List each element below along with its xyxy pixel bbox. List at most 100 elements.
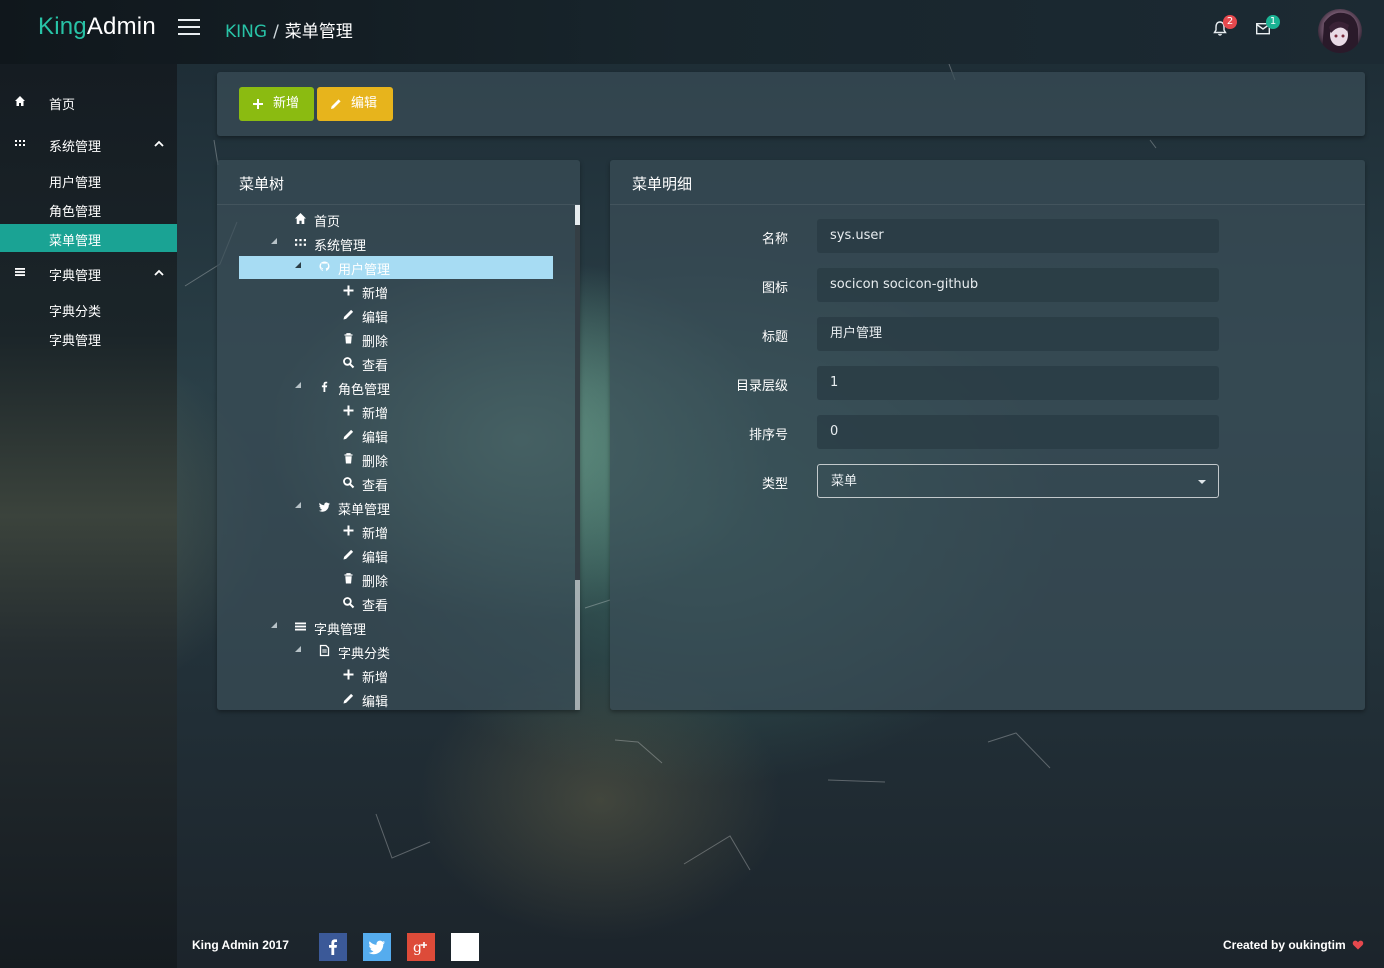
home-icon: [295, 213, 306, 224]
tree-node[interactable]: 编辑: [217, 303, 580, 327]
type-label: 类型: [761, 477, 788, 492]
search-icon: [343, 357, 355, 369]
tree-scrollbar-thumb[interactable]: [575, 225, 580, 580]
tree-node[interactable]: 用户管理: [217, 255, 580, 279]
tree-node-label: 新增: [362, 287, 389, 302]
grid-icon: [15, 140, 25, 146]
notifications-badge: 2: [1223, 15, 1237, 29]
facebook-link[interactable]: [319, 933, 347, 961]
expand-toggle-icon[interactable]: [294, 501, 302, 509]
title-field[interactable]: 用户管理: [817, 317, 1219, 351]
google-plus-link[interactable]: g: [407, 933, 435, 961]
form-row-name: 名称 sys.user: [610, 219, 1365, 253]
tree-node[interactable]: 新增: [217, 399, 580, 423]
tree-node-label: 菜单管理: [338, 503, 391, 518]
tree-node[interactable]: 删除: [217, 567, 580, 591]
pencil-icon: [343, 549, 354, 560]
caret-down-icon: [1198, 480, 1206, 484]
messages-button[interactable]: 1: [1256, 15, 1280, 37]
menu-tree-panel: 菜单树 首页 系统管理 用户管理 新增 编辑 删除 查看 角色管理 新增 编辑 删除 查看 菜单管理 新增…: [217, 160, 580, 710]
twitter-link[interactable]: [363, 933, 391, 961]
tree-scrollbar-cap[interactable]: [575, 205, 580, 225]
level-field[interactable]: 1: [817, 366, 1219, 400]
expand-toggle-icon[interactable]: [270, 621, 278, 629]
form-row-order: 排序号 0: [610, 415, 1365, 449]
type-select[interactable]: 菜单: [817, 464, 1219, 498]
notifications-button[interactable]: 2: [1213, 15, 1237, 37]
icon-field[interactable]: socicon socicon-github: [817, 268, 1219, 302]
expand-toggle-icon[interactable]: [294, 381, 302, 389]
tree-node[interactable]: 查看: [217, 591, 580, 615]
name-label: 名称: [761, 232, 788, 247]
breadcrumb-separator: /: [273, 22, 279, 42]
pencil-icon: [343, 429, 354, 440]
form-row-icon: 图标 socicon socicon-github: [610, 268, 1365, 302]
tree-node[interactable]: 新增: [217, 663, 580, 687]
menu-detail-panel: 菜单明细 名称 sys.user 图标 socicon socicon-gith…: [610, 160, 1365, 710]
panel-header: 菜单树: [217, 160, 580, 205]
add-button[interactable]: 新增: [239, 87, 314, 121]
expand-toggle-icon[interactable]: [294, 261, 302, 269]
app-logo[interactable]: KingAdmin: [38, 13, 156, 41]
sidebar-item-label: 角色管理: [49, 205, 102, 220]
menu-toggle-icon[interactable]: [178, 19, 200, 37]
expand-toggle-icon[interactable]: [294, 645, 302, 653]
sidebar-item-menu-management[interactable]: 菜单管理: [0, 224, 177, 252]
form-row-type: 类型 菜单: [610, 464, 1365, 498]
breadcrumb-current: 菜单管理: [284, 22, 353, 42]
panel-header: 菜单明细: [610, 160, 1365, 205]
menu-tree[interactable]: 首页 系统管理 用户管理 新增 编辑 删除 查看 角色管理 新增 编辑 删除 查看 菜单管理 新增 编辑 删除…: [217, 206, 580, 710]
tree-node-label: 用户管理: [338, 263, 391, 278]
tree-node[interactable]: 菜单管理: [217, 495, 580, 519]
tree-node[interactable]: 查看: [217, 351, 580, 375]
avatar-image: [1322, 12, 1358, 53]
sidebar-item-label: 菜单管理: [49, 234, 102, 249]
search-icon: [343, 477, 355, 489]
search-icon: [343, 597, 355, 609]
twitter-icon: [363, 933, 391, 961]
level-label: 目录层级: [735, 379, 788, 394]
tree-node[interactable]: 新增: [217, 519, 580, 543]
sidebar-item-dict-management[interactable]: 字典管理: [0, 324, 177, 352]
plus-icon: [343, 525, 354, 536]
tree-node[interactable]: 新增: [217, 279, 580, 303]
tree-node[interactable]: 查看: [217, 471, 580, 495]
blank-social-link[interactable]: [451, 933, 479, 961]
order-field[interactable]: 0: [817, 415, 1219, 449]
breadcrumb-root[interactable]: KING: [225, 22, 267, 42]
google-plus-icon: g: [407, 933, 435, 961]
tree-node[interactable]: 首页: [217, 207, 580, 231]
trash-icon: [344, 453, 353, 464]
name-field[interactable]: sys.user: [817, 219, 1219, 253]
tree-node-label: 角色管理: [338, 383, 391, 398]
tree-node[interactable]: 字典管理: [217, 615, 580, 639]
tree-node[interactable]: 删除: [217, 447, 580, 471]
tree-node[interactable]: 删除: [217, 327, 580, 351]
sidebar-item-role-management[interactable]: 角色管理: [0, 195, 177, 223]
twitter-icon: [318, 502, 330, 512]
tree-node[interactable]: 字典分类: [217, 639, 580, 663]
sidebar-item-dictionary[interactable]: 字典管理: [0, 258, 177, 288]
tree-node[interactable]: 编辑: [217, 543, 580, 567]
messages-badge: 1: [1266, 15, 1280, 29]
facebook-icon: [321, 381, 328, 392]
tree-node[interactable]: 角色管理: [217, 375, 580, 399]
expand-toggle-icon[interactable]: [270, 237, 278, 245]
tree-node[interactable]: 编辑: [217, 687, 580, 710]
edit-button-label: 编辑: [351, 96, 378, 111]
tree-node-label: 新增: [362, 671, 389, 686]
user-avatar[interactable]: [1318, 9, 1362, 53]
edit-button[interactable]: 编辑: [317, 87, 393, 121]
sidebar-item-dict-category[interactable]: 字典分类: [0, 295, 177, 323]
tree-node[interactable]: 系统管理: [217, 231, 580, 255]
github-icon: [319, 261, 330, 271]
tree-node[interactable]: 编辑: [217, 423, 580, 447]
sidebar-item-system[interactable]: 系统管理: [0, 129, 177, 159]
pencil-icon: [331, 99, 341, 109]
sidebar-item-label: 字典管理: [49, 334, 102, 349]
sidebar-item-home[interactable]: 首页: [0, 87, 177, 117]
panel-title: 菜单明细: [632, 175, 693, 193]
tree-node-label: 编辑: [362, 551, 389, 566]
sidebar-item-user-management[interactable]: 用户管理: [0, 166, 177, 194]
sidebar-item-label: 用户管理: [49, 176, 102, 191]
